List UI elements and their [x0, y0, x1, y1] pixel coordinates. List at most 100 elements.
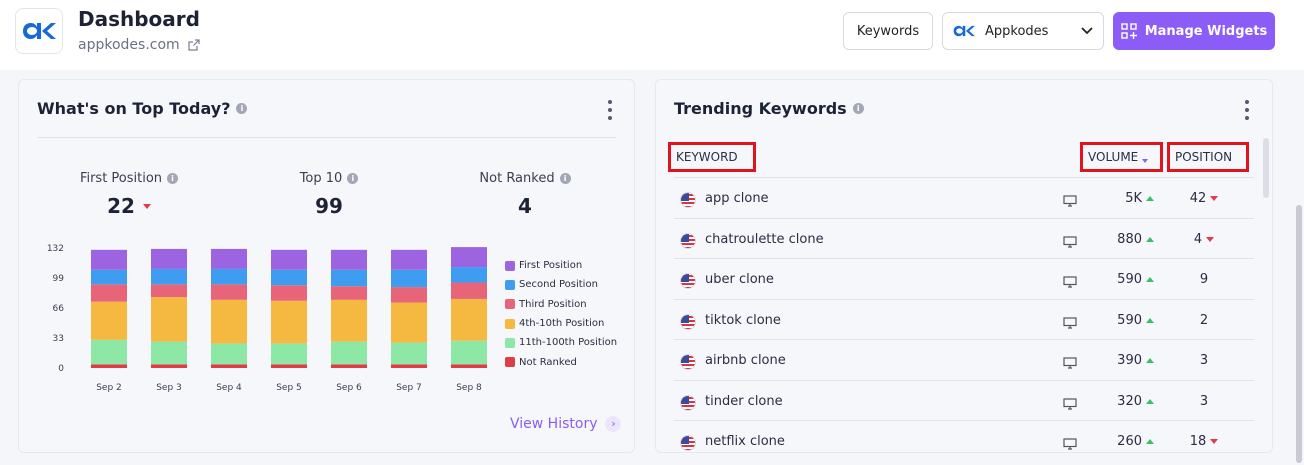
bar-segment[interactable] [331, 286, 367, 300]
stat-label: First Position [79, 171, 163, 186]
info-icon[interactable]: i [559, 173, 571, 184]
domain-link[interactable]: appkodes.com [78, 37, 200, 53]
table-row[interactable]: tiktok clone 590 2 [674, 300, 1254, 340]
bar-segment[interactable] [151, 268, 187, 285]
bar-segment[interactable] [91, 364, 127, 368]
view-history-label: View History [510, 416, 598, 432]
bar-segment[interactable] [271, 285, 307, 301]
project-select[interactable]: Appkodes [942, 12, 1104, 50]
x-tick-label: Sep 2 [96, 383, 122, 393]
keyword-text[interactable]: airbnb clone [705, 353, 786, 368]
external-link-icon[interactable] [188, 39, 200, 51]
keyword-text[interactable]: app clone [705, 191, 769, 206]
table-scrollbar[interactable] [1263, 138, 1269, 198]
keyword-text[interactable]: chatroulette clone [705, 232, 824, 247]
column-volume[interactable]: VOLUME [1080, 142, 1163, 172]
volume-cell: 5K [1094, 191, 1154, 206]
bar-segment[interactable] [391, 287, 427, 303]
bar-segment[interactable] [151, 364, 187, 368]
table-row[interactable]: tinder clone 320 3 [674, 381, 1254, 421]
legend-label: First Position [519, 260, 583, 272]
bar-segment[interactable] [331, 249, 367, 270]
bar-segment[interactable] [451, 247, 487, 268]
bar-segment[interactable] [91, 301, 127, 340]
bar-segment[interactable] [331, 269, 367, 287]
legend-item[interactable]: Not Ranked [505, 352, 617, 371]
bar-segment[interactable] [331, 364, 367, 368]
trend-down-icon [1206, 236, 1215, 242]
keyword-text[interactable]: netflix clone [705, 434, 785, 449]
bar-segment[interactable] [211, 268, 247, 285]
more-options-icon[interactable] [607, 100, 613, 120]
desktop-icon [1063, 435, 1077, 454]
legend-item[interactable]: 11th-100th Position [505, 333, 617, 352]
column-keyword[interactable]: KEYWORD [668, 142, 756, 172]
column-position[interactable]: POSITION [1167, 142, 1249, 172]
trend-up-icon [1146, 236, 1154, 242]
bar-segment[interactable] [151, 284, 187, 298]
info-icon[interactable]: i [347, 173, 359, 184]
bar-segment[interactable] [271, 269, 307, 286]
info-icon[interactable]: i [852, 103, 864, 114]
bar-segment[interactable] [211, 284, 247, 300]
table-row[interactable]: airbnb clone 390 3 [674, 340, 1254, 381]
more-options-icon[interactable] [1244, 100, 1250, 120]
top-today-title: What's on Top Today? [37, 99, 231, 118]
bar-segment[interactable] [151, 297, 187, 342]
legend-item[interactable]: Third Position [505, 295, 617, 314]
bar-segment[interactable] [211, 299, 247, 344]
trend-up-icon [1146, 398, 1154, 404]
table-row[interactable]: netflix clone 260 18 [674, 421, 1254, 462]
view-history-link[interactable]: View History › [510, 416, 622, 432]
bar-segment[interactable] [331, 341, 367, 365]
bar-segment[interactable] [451, 267, 487, 283]
bar-segment[interactable] [211, 364, 247, 368]
bar-segment[interactable] [391, 302, 427, 343]
bar-segment[interactable] [91, 284, 127, 302]
legend-item[interactable]: First Position [505, 256, 617, 275]
position-value: 42 [1189, 191, 1207, 206]
bar-segment[interactable] [391, 364, 427, 368]
table-row[interactable]: chatroulette clone 880 4 [674, 219, 1254, 259]
bar-segment[interactable] [91, 339, 127, 365]
us-flag-icon [680, 354, 696, 370]
position-cell: 3 [1174, 353, 1234, 368]
bar-segment[interactable] [271, 343, 307, 365]
table-row[interactable]: uber clone 590 9 [674, 259, 1254, 300]
bar-segment[interactable] [271, 249, 307, 270]
keyword-text[interactable]: tiktok clone [705, 313, 781, 328]
top-today-card: What's on Top Today? i First Position i 2… [18, 79, 635, 453]
top-bar: Dashboard appkodes.com Keywords Appkodes… [0, 0, 1304, 70]
keyword-text[interactable]: tinder clone [705, 394, 783, 409]
page-scrollbar[interactable] [1296, 205, 1302, 463]
bar-segment[interactable] [271, 300, 307, 344]
bar-segment[interactable] [211, 248, 247, 269]
legend-item[interactable]: 4th-10th Position [505, 314, 617, 333]
volume-cell: 260 [1094, 434, 1154, 449]
bar-segment[interactable] [91, 269, 127, 285]
legend-item[interactable]: Second Position [505, 275, 617, 294]
bar-segment[interactable] [151, 341, 187, 365]
bar-segment[interactable] [451, 340, 487, 365]
bar-segment[interactable] [451, 298, 487, 341]
manage-widgets-button[interactable]: Manage Widgets [1113, 12, 1275, 50]
volume-value: 880 [1117, 231, 1142, 247]
info-icon[interactable]: i [236, 103, 248, 114]
bar-segment[interactable] [451, 282, 487, 299]
app-logo[interactable] [15, 8, 63, 54]
page-title: Dashboard [78, 7, 200, 31]
bar-segment[interactable] [331, 299, 367, 342]
position-value: 3 [1199, 353, 1209, 368]
keywords-button[interactable]: Keywords [843, 12, 933, 50]
bar-segment[interactable] [271, 364, 307, 368]
bar-segment[interactable] [211, 343, 247, 365]
info-icon[interactable]: i [167, 173, 179, 184]
bar-segment[interactable] [91, 249, 127, 270]
keyword-text[interactable]: uber clone [705, 272, 774, 287]
bar-segment[interactable] [451, 364, 487, 368]
table-row[interactable]: app clone 5K 42 [674, 178, 1254, 219]
bar-segment[interactable] [151, 248, 187, 269]
bar-segment[interactable] [391, 269, 427, 288]
bar-segment[interactable] [391, 342, 427, 365]
bar-segment[interactable] [391, 249, 427, 270]
